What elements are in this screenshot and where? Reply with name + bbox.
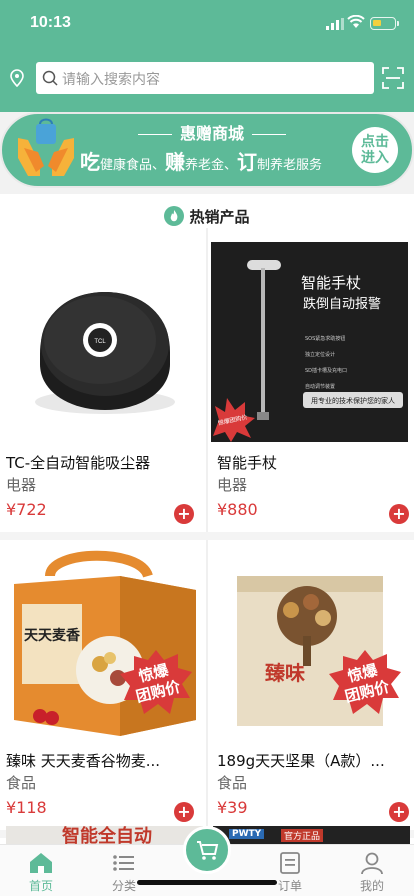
peek-label: 官方正品: [281, 829, 324, 842]
image-feature: SD插卡槽及充电口: [305, 367, 347, 374]
product-price: ¥118: [6, 798, 47, 817]
add-to-cart-button[interactable]: +: [389, 504, 409, 524]
add-to-cart-button[interactable]: +: [174, 802, 194, 822]
product-category: 电器: [217, 476, 248, 494]
product-price: ¥722: [6, 500, 47, 519]
row-divider: [0, 532, 414, 540]
product-category: 食品: [6, 774, 37, 792]
image-subtitle: 跌倒自动报警: [303, 296, 381, 312]
product-card[interactable]: TCL TC-全自动智能吸尘器 电器 ¥722 +: [0, 242, 203, 532]
image-feature: SOS紧急求助按钮: [305, 335, 345, 342]
product-name: 智能手杖: [217, 454, 278, 472]
tab-category[interactable]: 分类: [94, 851, 154, 894]
product-card[interactable]: 臻味 惊爆 团购价 189g天天坚果（A款）... 食品 ¥39 +: [211, 540, 414, 830]
battery-icon: [370, 17, 399, 30]
home-icon: [30, 853, 52, 873]
home-indicator: [137, 880, 277, 885]
section-title: 热销产品: [0, 206, 414, 227]
product-card-peek[interactable]: 智能全自动: [6, 826, 203, 844]
product-name: TC-全自动智能吸尘器: [6, 454, 151, 472]
tab-home[interactable]: 首页: [11, 851, 71, 894]
product-image: 臻味 惊爆 团购价: [211, 540, 408, 740]
search-placeholder: 请输入搜索内容: [62, 72, 160, 88]
image-feature: 自动调节装置: [305, 383, 335, 390]
gift-hands-icon: [18, 118, 74, 176]
product-logo-text: TCL: [94, 339, 106, 345]
promo-badge: 惊爆 团购价: [120, 650, 192, 716]
user-icon: [361, 852, 383, 875]
add-to-cart-button[interactable]: +: [174, 504, 194, 524]
cart-button[interactable]: [183, 826, 231, 874]
image-feature: 独立定位设计: [305, 351, 335, 358]
product-price: ¥39: [217, 798, 248, 817]
product-logo-text: 臻味: [265, 661, 305, 685]
wifi-icon: [347, 15, 365, 28]
peek-brand: PWTY: [229, 829, 265, 839]
image-caption: 用专业的技术保护您的家人: [311, 396, 395, 405]
peek-text: 智能全自动: [62, 826, 152, 844]
search-icon: [42, 70, 58, 86]
product-card-peek[interactable]: PWTY 官方正品: [213, 826, 410, 844]
location-icon[interactable]: [10, 69, 24, 87]
product-price: ¥880: [217, 500, 258, 519]
product-card[interactable]: 天天麦香 惊爆 团购价 臻味 天天麦香谷物麦... 食品 ¥118 +: [0, 540, 203, 830]
product-card[interactable]: 智能手杖 跌倒自动报警 SOS紧急求助按钮 独立定位设计 SD插卡槽及充电口 自…: [211, 242, 414, 532]
product-logo-text: 天天麦香: [24, 627, 81, 644]
flame-icon: [164, 206, 185, 226]
banner-subtitle: 吃健康食品、赚养老金、订制养老服务: [80, 150, 323, 174]
cart-icon: [197, 841, 219, 860]
product-section: 热销产品 TCL TC-全自动智能吸尘器 电器 ¥722 + 智能手杖 跌倒自动…: [0, 194, 414, 844]
image-title: 智能手杖: [301, 274, 361, 292]
search-bar[interactable]: 请输入搜索内容: [36, 62, 374, 94]
status-time: 10:13: [30, 14, 71, 31]
list-icon: [113, 855, 134, 871]
order-icon: [280, 852, 300, 874]
enter-button[interactable]: 点击 进入: [352, 127, 398, 173]
product-category: 电器: [6, 476, 37, 494]
product-name: 189g天天坚果（A款）...: [217, 752, 385, 770]
tab-orders[interactable]: 订单: [260, 851, 320, 894]
product-image: TCL: [0, 242, 203, 442]
promo-badge: 惊爆 团购价: [329, 650, 401, 716]
banner-title: 惠赠商城: [82, 120, 342, 144]
product-category: 食品: [217, 774, 248, 792]
product-image: 天天麦香 惊爆 团购价: [0, 540, 203, 740]
product-image: 智能手杖 跌倒自动报警 SOS紧急求助按钮 独立定位设计 SD插卡槽及充电口 自…: [211, 242, 408, 442]
status-bar: 10:13: [0, 0, 414, 48]
add-to-cart-button[interactable]: +: [389, 802, 409, 822]
scan-icon[interactable]: [382, 67, 404, 89]
product-name: 臻味 天天麦香谷物麦...: [6, 752, 161, 770]
tab-profile[interactable]: 我的: [342, 851, 402, 894]
signal-icon: [326, 18, 344, 30]
